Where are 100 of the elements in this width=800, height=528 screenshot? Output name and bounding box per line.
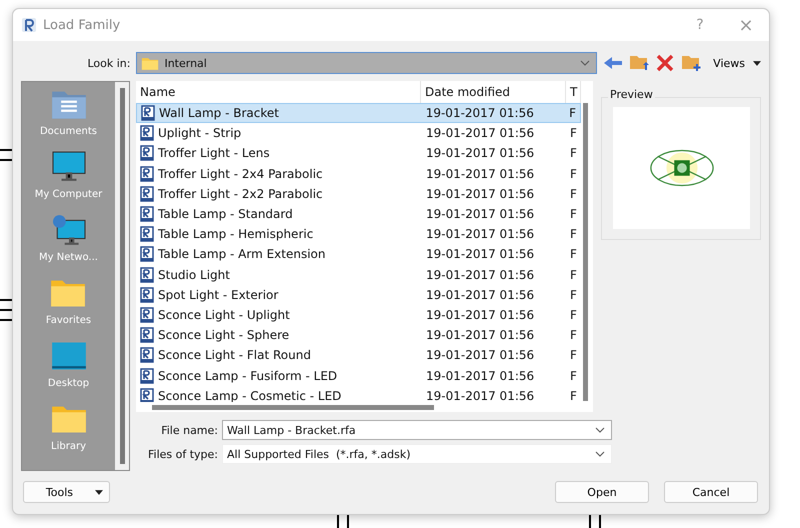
file-row[interactable]: Table Lamp - Arm Extension 19-01-2017 01:56 F xyxy=(136,244,581,264)
table-cell-text: F xyxy=(569,388,578,402)
file-row[interactable]: Table Lamp - Hemispheric 19-01-2017 01:56 F xyxy=(136,224,581,244)
chevron-icon xyxy=(595,427,605,433)
file-type-dropdown[interactable]: All Supported Files (*.rfa, *.adsk) xyxy=(222,444,612,464)
file-name-cell: Spot Light - Exterior xyxy=(158,288,278,302)
file-row[interactable]: Troffer Light - Lens 19-01-2017 01:56 F xyxy=(136,143,581,164)
date-cell-text: 19-01-2017 01:56 xyxy=(425,126,536,140)
file-name-cell: Sconce Lamp - Cosmetic - LED xyxy=(158,388,342,402)
table-cell-text: F xyxy=(569,308,578,322)
file-name-cell: Sconce Light - Uplight xyxy=(158,308,290,322)
family-file-icon xyxy=(140,206,154,222)
file-name-cell: Troffer Light - 2x2 Parabolic xyxy=(158,186,323,201)
caret-icon xyxy=(753,60,761,66)
scrollbar-thumb[interactable] xyxy=(120,88,124,464)
file-name-cell: Sconce Light - Flat Round xyxy=(158,348,311,362)
file-name-cell: Sconce Light - Sphere xyxy=(158,328,290,342)
chevron-icon xyxy=(580,60,590,66)
date-cell-text: 19-01-2017 01:56 xyxy=(425,348,536,362)
folder-up-icon[interactable] xyxy=(629,54,650,72)
desktop-icon xyxy=(50,340,86,372)
family-file-icon xyxy=(140,368,154,384)
file-row[interactable]: Spot Light - Exterior 19-01-2017 01:56 F xyxy=(136,284,581,305)
back-arrow-icon[interactable] xyxy=(603,54,624,72)
date-cell-text: 19-01-2017 01:56 xyxy=(425,186,536,201)
scrollbar-thumb[interactable] xyxy=(152,405,434,410)
file-row[interactable]: Table Lamp - Standard 19-01-2017 01:56 F xyxy=(136,204,581,224)
file-row[interactable]: Sconce Light - Sphere 19-01-2017 01:56 F xyxy=(136,325,581,346)
look-in-label: Look in: xyxy=(86,56,132,70)
window-title: Load Family xyxy=(43,18,120,32)
date-cell-text: 19-01-2017 01:56 xyxy=(425,288,536,302)
table-cell-text: F xyxy=(569,166,578,181)
table-cell-text: F xyxy=(569,227,578,242)
family-file-icon xyxy=(140,166,154,182)
new-folder-icon[interactable] xyxy=(681,54,702,72)
folder-icon xyxy=(141,56,160,70)
family-file-icon xyxy=(141,105,155,122)
date-cell-text: 19-01-2017 01:56 xyxy=(425,166,536,181)
table-cell-text: F xyxy=(569,268,578,282)
file-row[interactable]: Sconce Lamp - Fusiform - LED 19-01-2017 01:56 F xyxy=(136,365,581,386)
app-logo-icon xyxy=(21,17,37,33)
file-row[interactable]: Troffer Light - 2x4 Parabolic 19-01-2017 01:56 F xyxy=(136,164,581,184)
family-file-icon xyxy=(140,246,154,262)
file-name-cell: Wall Lamp - Bracket xyxy=(159,106,279,120)
file-row[interactable]: Sconce Lamp - Cosmetic - LED 19-01-2017 01:56 F xyxy=(136,386,581,402)
file-row[interactable]: Sconce Light - Uplight 19-01-2017 01:56 F xyxy=(136,304,581,326)
caret-icon xyxy=(95,490,103,494)
file-row[interactable]: Troffer Light - 2x2 Parabolic 19-01-2017 01:56 F xyxy=(136,184,581,204)
family-file-icon xyxy=(140,388,154,402)
scrollbar-thumb[interactable] xyxy=(583,103,588,401)
lamp-symbol-drawing xyxy=(648,147,716,189)
tools-button[interactable]: Tools xyxy=(23,481,110,503)
date-cell-text: 19-01-2017 01:56 xyxy=(425,388,536,402)
table-cell-text: F xyxy=(569,328,578,342)
file-name-cell: Studio Light xyxy=(158,268,230,282)
file-name-cell: Table Lamp - Arm Extension xyxy=(158,247,326,262)
delete-icon[interactable] xyxy=(655,54,676,72)
open-button[interactable]: Open xyxy=(555,481,649,503)
family-file-icon xyxy=(140,306,154,323)
table-cell-text: F xyxy=(569,368,578,383)
file-type-label: Files of type: xyxy=(146,448,219,460)
file-name-cell: Uplight - Strip xyxy=(158,126,242,140)
look-in-dropdown[interactable]: Internal xyxy=(136,52,598,74)
table-cell-text: F xyxy=(569,126,578,140)
file-name-cell: Sconce Lamp - Fusiform - LED xyxy=(158,368,338,383)
table-cell-text: F xyxy=(568,106,577,120)
family-file-icon xyxy=(140,286,154,303)
date-cell-text: 19-01-2017 01:56 xyxy=(425,368,536,383)
file-name-cell: Table Lamp - Hemispheric xyxy=(158,227,314,242)
views-menu-button[interactable]: Views xyxy=(713,56,761,70)
file-row[interactable]: Studio Light 19-01-2017 01:56 F xyxy=(136,264,581,285)
monitor-icon xyxy=(50,151,86,183)
network-monitor-icon xyxy=(50,214,86,246)
table-cell-text: F xyxy=(569,348,578,362)
date-cell-text: 19-01-2017 01:56 xyxy=(425,328,536,342)
date-cell-text: 19-01-2017 01:56 xyxy=(425,247,536,262)
file-name-cell: Troffer Light - 2x4 Parabolic xyxy=(158,166,323,181)
file-row[interactable]: Wall Lamp - Bracket 19-01-2017 01:56 F xyxy=(136,103,581,124)
family-file-icon xyxy=(140,266,154,283)
family-file-icon xyxy=(140,327,154,344)
table-cell-text: F xyxy=(569,186,578,201)
table-cell-text: F xyxy=(569,288,578,302)
table-cell-text: F xyxy=(569,146,578,160)
family-file-icon xyxy=(140,186,154,202)
file-name-cell: Table Lamp - Standard xyxy=(158,207,293,222)
file-row[interactable]: Sconce Light - Flat Round 19-01-2017 01:56 F xyxy=(136,345,581,366)
cancel-button[interactable]: Cancel xyxy=(664,481,758,503)
family-file-icon xyxy=(140,226,154,242)
date-cell-text: 19-01-2017 01:56 xyxy=(425,308,536,322)
file-name-cell: Troffer Light - Lens xyxy=(158,146,270,160)
file-name-field[interactable]: Wall Lamp - Bracket.rfa xyxy=(222,420,612,440)
table-cell-text: F xyxy=(569,207,578,222)
date-cell-text: 19-01-2017 01:56 xyxy=(425,207,536,222)
date-cell-text: 19-01-2017 01:56 xyxy=(424,106,535,120)
family-file-icon xyxy=(140,145,154,162)
table-cell-text: F xyxy=(569,247,578,262)
date-cell-text: 19-01-2017 01:56 xyxy=(425,227,536,242)
file-name-label: File name: xyxy=(160,424,219,436)
preview-label: Preview xyxy=(608,88,655,101)
file-row[interactable]: Uplight - Strip 19-01-2017 01:56 F xyxy=(136,123,581,144)
